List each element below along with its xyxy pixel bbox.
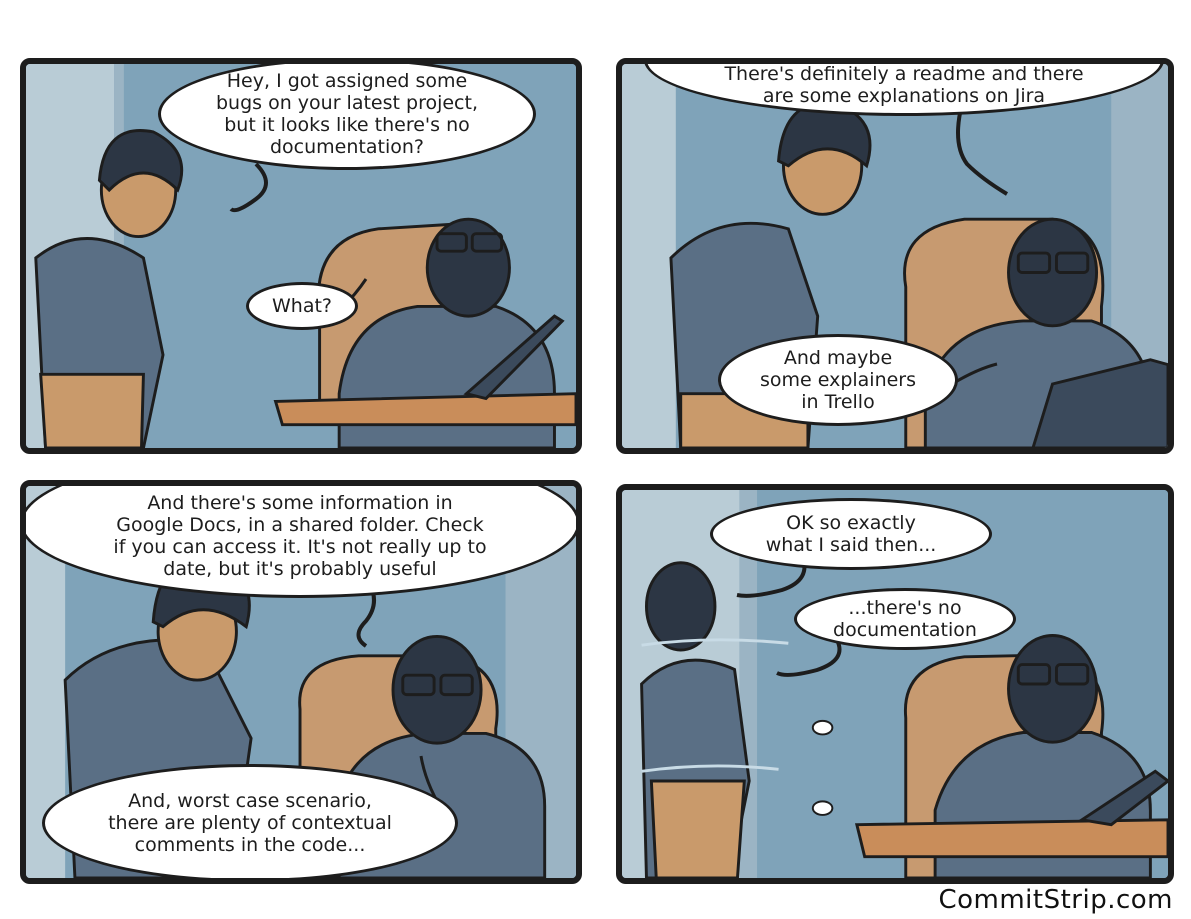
speech-bubble: ...there's no documentation [794,588,1016,650]
site-credit: CommitStrip.com [938,885,1173,915]
speech-bubble: And, worst case scenario, there are plen… [42,764,458,878]
comic-panel-2: Of course there's documentation! There's… [616,58,1174,454]
speech-bubble: What? [246,282,358,330]
comic-panel-1: Hey, I got assigned some bugs on your la… [20,58,582,454]
comic-panel-3: And there's some information in Google D… [20,480,582,884]
speech-bubble: And maybe some explainers in Trello [718,334,958,426]
speech-bubble: Hey, I got assigned some bugs on your la… [158,64,536,170]
speech-bubble: OK so exactly what I said then... [710,498,992,570]
comic-panel-4: OK so exactly what I said then... ...the… [616,484,1174,884]
